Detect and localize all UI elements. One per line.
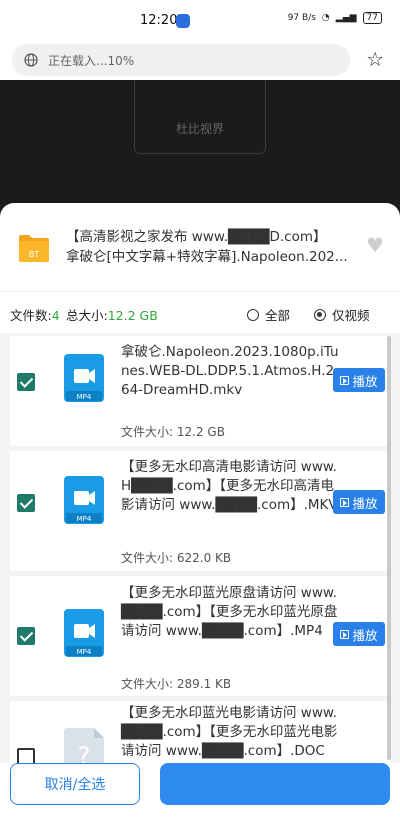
- video-file-icon: MP4: [64, 476, 104, 524]
- torrent-name-line1: 【高清影视之家发布 www.████D.com】: [66, 229, 327, 245]
- svg-text:MP4: MP4: [77, 515, 92, 523]
- video-file-icon: MP4: [64, 354, 104, 402]
- background-card: 杜比视界: [134, 80, 266, 154]
- file-item[interactable]: MP4 【更多无水印蓝光原盘请访问 www.████.com】【更多无水印蓝光原…: [10, 576, 390, 696]
- play-icon: [340, 629, 350, 639]
- play-button[interactable]: 播放: [333, 368, 385, 392]
- status-bar: 12:20 97 B/s ◔ ▂▄▆ 77: [0, 0, 400, 40]
- file-item[interactable]: MP4 拿破仑.Napoleon.2023.1080p.iTunes.WEB-D…: [10, 336, 390, 446]
- file-checkbox[interactable]: [17, 748, 35, 763]
- signal-icon: ▂▄▆: [335, 13, 357, 23]
- file-name: 【更多无水印蓝光原盘请访问 www.████.com】【更多无水印蓝光原盘请访问…: [121, 585, 338, 639]
- torrent-download-sheet: BT 【高清影视之家发布 www.████D.com】 拿破仑[中文字幕+特效字…: [0, 203, 400, 825]
- bt-folder-icon: BT: [19, 235, 49, 262]
- background-page: 杜比视界: [0, 80, 400, 210]
- video-file-icon: MP4: [64, 609, 104, 657]
- play-button[interactable]: 播放: [333, 622, 385, 646]
- filter-video-only-radio[interactable]: 仅视频: [314, 305, 370, 324]
- wifi-icon: ◔: [321, 13, 330, 23]
- stats-bar: 文件数:4 总大小:12.2 GB 全部 仅视频: [0, 291, 400, 333]
- net-speed: 97 B/s: [287, 13, 316, 23]
- file-count: 文件数:4: [10, 308, 60, 323]
- battery-icon: 77: [362, 12, 382, 24]
- file-list[interactable]: MP4 拿破仑.Napoleon.2023.1080p.iTunes.WEB-D…: [0, 333, 400, 763]
- file-item[interactable]: MP4 【更多无水印高清电影请访问 www.H████.com】【更多无水印高清…: [10, 451, 390, 571]
- file-checkbox[interactable]: [17, 373, 35, 391]
- cancel-select-all-button[interactable]: 取消/全选: [10, 763, 140, 805]
- play-button[interactable]: 播放: [333, 490, 385, 514]
- file-name: 【更多无水印蓝光电影请访问 www.████.com】【更多无水印蓝光电影请访问…: [121, 705, 338, 759]
- svg-text:?: ?: [78, 742, 91, 763]
- play-icon: [340, 497, 350, 507]
- sheet-footer: 取消/全选: [0, 763, 400, 825]
- file-name: 【更多无水印高清电影请访问 www.H████.com】【更多无水印高清电影请访…: [121, 459, 338, 513]
- filter-all-radio[interactable]: 全部: [247, 305, 290, 324]
- app-notification-icon: [176, 14, 190, 28]
- globe-icon: [24, 53, 38, 67]
- status-indicators: 97 B/s ◔ ▂▄▆ 77: [288, 12, 382, 24]
- file-size: 文件大小: 289.1 KB: [121, 677, 232, 691]
- torrent-name: 【高清影视之家发布 www.████D.com】 拿破仑[中文字幕+特效字幕].…: [66, 227, 356, 267]
- svg-text:BT: BT: [29, 250, 39, 259]
- loading-text: 正在载入...10%: [48, 53, 135, 68]
- radio-unselected-icon: [247, 308, 259, 321]
- file-name: 拿破仑.Napoleon.2023.1080p.iTunes.WEB-DL.DD…: [121, 344, 339, 398]
- play-icon: [340, 375, 350, 385]
- torrent-header: BT 【高清影视之家发布 www.████D.com】 拿破仑[中文字幕+特效字…: [0, 203, 400, 291]
- url-field[interactable]: 正在载入...10%: [12, 44, 350, 76]
- file-item[interactable]: ? 【更多无水印蓝光电影请访问 www.████.com】【更多无水印蓝光电影请…: [10, 701, 390, 763]
- unknown-file-icon: ?: [64, 728, 104, 763]
- file-size: 文件大小: 12.2 GB: [121, 425, 225, 439]
- bookmark-star-icon[interactable]: ☆: [366, 47, 384, 71]
- file-checkbox[interactable]: [17, 494, 35, 512]
- confirm-download-button[interactable]: [160, 763, 390, 805]
- radio-selected-icon: [314, 308, 326, 321]
- browser-address-bar: 正在载入...10% ☆: [0, 40, 400, 80]
- scrollbar[interactable]: [387, 336, 391, 760]
- background-card-label: 杜比视界: [175, 122, 224, 136]
- file-size: 文件大小: 622.0 KB: [121, 551, 232, 565]
- svg-text:MP4: MP4: [77, 393, 92, 401]
- status-time: 12:20: [140, 13, 178, 28]
- total-size: 总大小:12.2 GB: [66, 308, 158, 323]
- torrent-name-line2: 拿破仑[中文字幕+特效字幕].Napoleon.202...: [66, 249, 348, 265]
- favorite-heart-icon[interactable]: ♥: [366, 233, 384, 257]
- file-checkbox[interactable]: [17, 627, 35, 645]
- svg-text:MP4: MP4: [77, 648, 92, 656]
